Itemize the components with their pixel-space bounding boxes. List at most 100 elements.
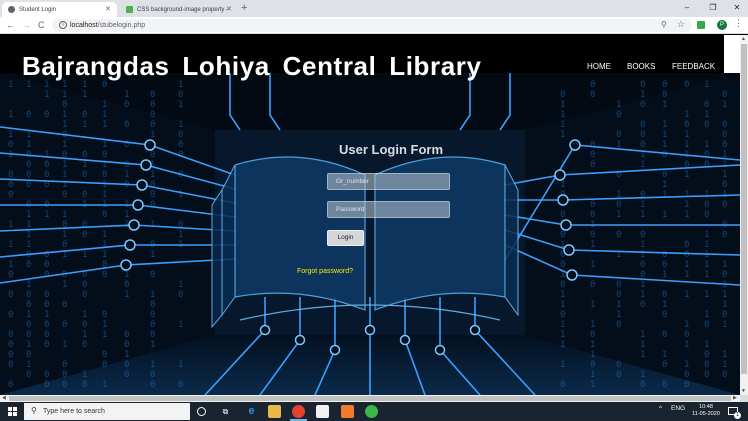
svg-text:0: 0 xyxy=(82,170,87,180)
svg-text:0: 0 xyxy=(722,140,727,150)
svg-text:0: 0 xyxy=(616,110,621,120)
nav-feedback-link[interactable]: FEEDBACK xyxy=(672,62,715,72)
scroll-right-icon[interactable]: ▶ xyxy=(733,395,737,402)
svg-text:0: 0 xyxy=(662,150,667,160)
forgot-password-link[interactable]: Forgot password? xyxy=(297,267,353,276)
svg-text:1: 1 xyxy=(178,360,183,370)
task-view-icon[interactable]: ⧉ xyxy=(219,405,232,418)
password-input[interactable] xyxy=(327,201,450,218)
edge-icon[interactable]: e xyxy=(245,405,258,418)
svg-text:1: 1 xyxy=(560,120,565,130)
svg-text:0: 0 xyxy=(662,170,667,180)
svg-text:0: 0 xyxy=(178,290,183,300)
scroll-left-icon[interactable]: ◀ xyxy=(2,395,6,402)
browser-menu-icon[interactable]: ⋮ xyxy=(734,18,743,29)
taskbar-search-box[interactable]: ⚲ Type here to search xyxy=(24,403,190,420)
gr-number-input[interactable] xyxy=(327,173,450,190)
back-button[interactable]: ← xyxy=(6,17,15,33)
svg-text:1: 1 xyxy=(82,80,87,90)
vertical-scroll-thumb[interactable] xyxy=(741,44,747,374)
svg-text:0: 0 xyxy=(44,260,49,270)
svg-text:0: 0 xyxy=(590,200,595,210)
svg-text:0: 0 xyxy=(704,120,709,130)
svg-text:0: 0 xyxy=(590,160,595,170)
extension-icon[interactable] xyxy=(697,21,705,29)
horizontal-scroll-thumb[interactable] xyxy=(9,396,731,401)
close-window-button[interactable]: ✕ xyxy=(724,0,748,15)
svg-text:1: 1 xyxy=(684,260,689,270)
store-icon[interactable] xyxy=(316,405,329,418)
svg-text:0: 0 xyxy=(62,360,67,370)
taskbar-clock[interactable]: 10:48 11-05-2020 xyxy=(688,404,724,418)
svg-text:0: 0 xyxy=(8,380,13,390)
language-indicator[interactable]: ENG xyxy=(671,405,685,413)
svg-text:1: 1 xyxy=(62,170,67,180)
login-button[interactable]: Login xyxy=(327,230,364,246)
profile-avatar[interactable]: P xyxy=(717,20,727,30)
svg-text:1: 1 xyxy=(640,210,645,220)
svg-text:0: 0 xyxy=(26,350,31,360)
svg-text:0: 0 xyxy=(102,350,107,360)
svg-text:1: 1 xyxy=(62,90,67,100)
svg-text:0: 0 xyxy=(684,330,689,340)
windows-start-icon[interactable] xyxy=(8,407,17,416)
svg-text:1: 1 xyxy=(102,180,107,190)
taskbar-search-placeholder: Type here to search xyxy=(43,408,105,415)
forward-button[interactable]: → xyxy=(22,17,31,33)
svg-text:0: 0 xyxy=(124,340,129,350)
svg-text:1: 1 xyxy=(178,120,183,130)
svg-text:0: 0 xyxy=(704,160,709,170)
tray-caret-icon[interactable]: ^ xyxy=(659,405,662,413)
scroll-down-icon[interactable]: ▼ xyxy=(741,388,746,394)
scroll-up-icon[interactable]: ▲ xyxy=(741,36,746,42)
file-explorer-icon[interactable] xyxy=(268,405,281,418)
svg-text:0: 0 xyxy=(616,280,621,290)
svg-text:1: 1 xyxy=(150,130,155,140)
new-tab-button[interactable]: + xyxy=(241,1,247,16)
svg-text:1: 1 xyxy=(102,320,107,330)
tab-student-login[interactable]: Student Login ✕ xyxy=(2,2,117,17)
svg-text:0: 0 xyxy=(8,350,13,360)
svg-text:1: 1 xyxy=(178,320,183,330)
tab-css-background[interactable]: CSS background-image property - ✕ xyxy=(120,2,238,17)
svg-text:1: 1 xyxy=(704,340,709,350)
vertical-scrollbar[interactable]: ▲ ▼ xyxy=(740,35,748,395)
bookmark-star-icon[interactable]: ☆ xyxy=(677,19,685,30)
chrome-icon[interactable] xyxy=(292,405,305,418)
reload-button[interactable]: C xyxy=(38,17,45,33)
svg-text:1: 1 xyxy=(560,340,565,350)
close-tab-icon[interactable]: ✕ xyxy=(226,5,232,13)
search-icon: ⚲ xyxy=(31,406,37,415)
xampp-icon[interactable] xyxy=(341,405,354,418)
horizontal-scrollbar[interactable]: ◀ ▶ xyxy=(0,395,740,402)
address-bar[interactable]: i localhost/stubelogin.php xyxy=(52,19,692,32)
svg-text:1: 1 xyxy=(662,190,667,200)
svg-text:0: 0 xyxy=(82,150,87,160)
minimize-button[interactable]: – xyxy=(674,0,700,15)
svg-text:1: 1 xyxy=(26,310,31,320)
svg-text:1: 1 xyxy=(560,180,565,190)
nav-home-link[interactable]: HOME xyxy=(587,62,611,72)
svg-text:0: 0 xyxy=(82,230,87,240)
header-edge xyxy=(724,35,740,73)
svg-text:1: 1 xyxy=(150,340,155,350)
svg-text:1: 1 xyxy=(590,350,595,360)
nav-books-link[interactable]: BOOKS xyxy=(627,62,655,72)
svg-text:1: 1 xyxy=(684,360,689,370)
svg-text:1: 1 xyxy=(26,140,31,150)
url-text: localhost/stubelogin.php xyxy=(70,21,145,30)
svg-text:0: 0 xyxy=(26,160,31,170)
close-tab-icon[interactable]: ✕ xyxy=(105,5,111,13)
svg-text:0: 0 xyxy=(44,320,49,330)
cortana-icon[interactable] xyxy=(197,407,206,416)
svg-text:0: 0 xyxy=(662,80,667,90)
svg-text:0: 0 xyxy=(662,360,667,370)
green-app-icon[interactable] xyxy=(365,405,378,418)
zoom-icon[interactable]: ⚲ xyxy=(661,20,667,29)
svg-text:1: 1 xyxy=(722,100,727,110)
svg-text:1: 1 xyxy=(82,250,87,260)
restore-button[interactable]: ❐ xyxy=(700,0,726,15)
svg-text:1: 1 xyxy=(62,80,67,90)
info-icon[interactable]: i xyxy=(59,21,67,29)
globe-icon xyxy=(8,6,15,13)
